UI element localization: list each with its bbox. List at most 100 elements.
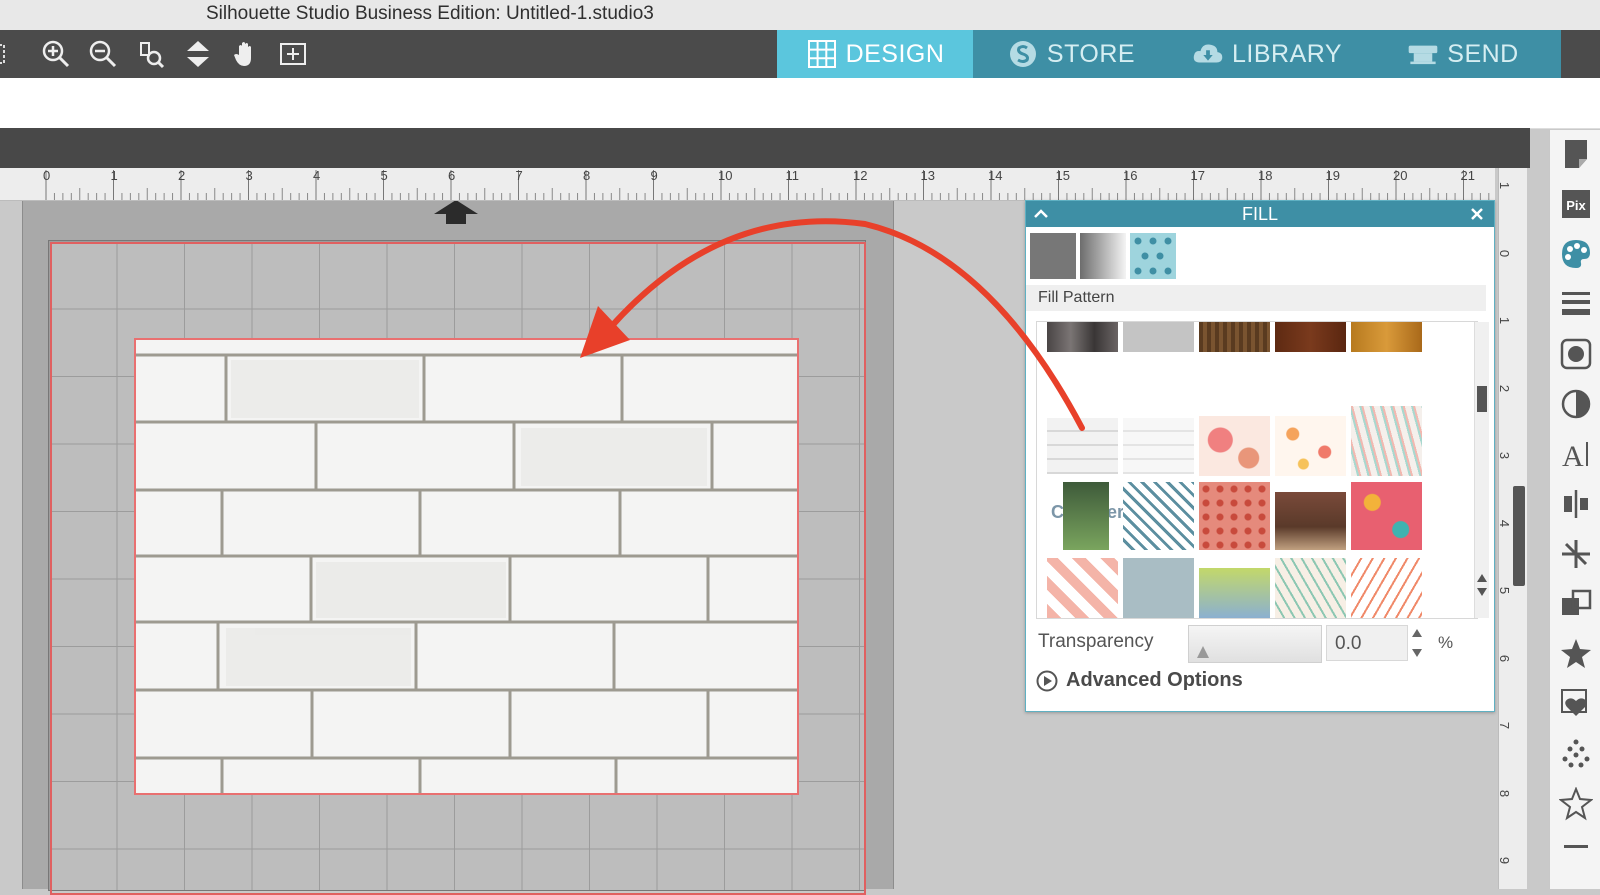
tab-design-label: DESIGN — [845, 39, 945, 68]
transparency-input[interactable]: 0.0 — [1326, 625, 1408, 661]
svg-text:Pix: Pix — [1566, 198, 1586, 213]
ruler-label: 15 — [1056, 168, 1070, 183]
pattern-raindrops[interactable] — [1199, 482, 1270, 550]
ruler-label: 20 — [1393, 168, 1407, 183]
page-setup-icon[interactable] — [1558, 136, 1594, 172]
silhouette-s-icon — [1009, 41, 1036, 67]
title-bar: Silhouette Studio Business Edition: Unti… — [0, 0, 1600, 31]
cloud-download-icon — [1193, 44, 1223, 63]
ruler-scroll-thumb[interactable] — [1513, 486, 1525, 586]
ruler-label: 7 — [1497, 721, 1513, 730]
fill-palette-icon[interactable] — [1558, 236, 1594, 272]
tab-design[interactable]: DESIGN — [777, 30, 973, 78]
fill-panel-header: FILL — [1026, 201, 1494, 227]
pattern-concrete[interactable] — [1123, 322, 1194, 352]
zoom-out-icon[interactable] — [86, 38, 120, 70]
trace-icon[interactable] — [1558, 336, 1594, 372]
pattern-diamonds[interactable] — [1047, 558, 1118, 618]
ruler-label: 1 — [1497, 316, 1513, 325]
pattern-floral-coral[interactable] — [1199, 416, 1270, 476]
advanced-options-toggle[interactable]: Advanced Options — [1036, 669, 1243, 692]
rhinestone-star-icon[interactable] — [1558, 786, 1594, 822]
window-title: Silhouette Studio Business Edition: Unti… — [206, 3, 654, 24]
offset-star-icon[interactable] — [1558, 636, 1594, 672]
zoom-in-icon[interactable] — [39, 38, 73, 70]
horizontal-ruler: 0 1 2 3 4 5 6 7 8 9 10 11 12 13 14 15 16 17 18 19 20 21 — [0, 168, 1495, 201]
ruler-label: 2 — [1497, 384, 1513, 392]
sketch-icon[interactable] — [1558, 736, 1594, 772]
tab-library[interactable]: LIBRARY — [1169, 30, 1365, 78]
ruler-label: 11 — [786, 168, 800, 183]
fill-pattern-swatch[interactable] — [1130, 233, 1176, 279]
transparency-stepper[interactable] — [1410, 625, 1424, 661]
fit-to-page-icon[interactable] — [181, 38, 215, 70]
text-style-icon[interactable]: A — [1558, 436, 1594, 472]
ruler-label: 7 — [516, 168, 523, 183]
pattern-feathers-coral[interactable] — [1351, 558, 1422, 618]
transparency-label: Transparency — [1038, 631, 1154, 652]
main-toolbar: DESIGN STORE LIBRARY SEND — [0, 30, 1600, 78]
pattern-fish[interactable] — [1123, 482, 1194, 550]
ruler-label: 3 — [246, 168, 253, 183]
pattern-walnut[interactable] — [1275, 322, 1346, 352]
pixscan-icon[interactable]: Pix — [1558, 186, 1594, 222]
tab-store-label: STORE — [1046, 39, 1136, 68]
add-page-icon[interactable] — [276, 38, 310, 70]
align-icon[interactable] — [1558, 486, 1594, 522]
transparency-slider[interactable] — [1188, 625, 1322, 663]
expand-icon — [1036, 670, 1058, 691]
line-style-icon[interactable] — [1558, 286, 1594, 322]
tab-store[interactable]: STORE — [973, 30, 1169, 78]
toolbar-edge-icon — [0, 38, 10, 70]
pattern-anchors[interactable] — [1123, 558, 1194, 618]
fill-panel-title: FILL — [1241, 204, 1279, 224]
pattern-library-list[interactable]: Commercial use — [1036, 321, 1478, 619]
ruler-label: 18 — [1258, 168, 1272, 183]
modify-icon[interactable] — [1558, 586, 1594, 622]
pattern-photo-umbrella[interactable] — [1199, 568, 1270, 618]
pan-hand-icon[interactable] — [229, 38, 263, 70]
advanced-options-label: Advanced Options — [1066, 669, 1243, 691]
vertical-ruler: 1 0 1 2 3 4 5 6 7 8 9 — [1497, 168, 1527, 889]
contrast-icon[interactable] — [1558, 386, 1594, 422]
close-icon[interactable] — [1468, 205, 1486, 223]
ruler-label: 9 — [1497, 856, 1513, 865]
ruler-label: 21 — [1461, 168, 1475, 183]
fill-pattern-section: Fill Pattern — [1026, 285, 1486, 311]
pattern-leaves[interactable] — [1275, 558, 1346, 618]
tab-send[interactable]: SEND — [1365, 30, 1561, 78]
ruler-label: 0 — [43, 168, 50, 183]
ruler-label: 12 — [853, 168, 867, 183]
pattern-scrollbar[interactable] — [1474, 322, 1489, 618]
ruler-label: 4 — [313, 168, 320, 183]
ruler-label: 5 — [381, 168, 388, 183]
ruler-label: 10 — [718, 168, 732, 183]
pattern-oak[interactable] — [1351, 322, 1422, 352]
more-icon[interactable] — [1558, 836, 1594, 872]
pattern-paisley[interactable] — [1351, 482, 1422, 550]
ruler-label: 13 — [921, 168, 935, 183]
pattern-wood-planks[interactable] — [1199, 322, 1270, 352]
tab-library-label: LIBRARY — [1231, 39, 1343, 68]
pattern-floral-orange[interactable] — [1275, 416, 1346, 476]
pattern-photo-boots[interactable] — [1275, 492, 1346, 550]
pattern-scroll-thumb[interactable] — [1477, 386, 1487, 412]
ruler-label: 1 — [1497, 181, 1513, 190]
ruler-label: 8 — [583, 168, 590, 183]
pattern-photo-girl[interactable] — [1063, 482, 1109, 550]
transform-heart-icon[interactable] — [1558, 686, 1594, 722]
ruler-ticks: 0 1 2 3 4 5 6 7 8 9 10 11 12 13 14 15 16 17 18 19 20 21 — [43, 168, 1490, 200]
replicate-icon[interactable] — [1558, 536, 1594, 572]
options-bar — [0, 78, 1600, 129]
ruler-label: 1 — [111, 168, 118, 183]
transparency-unit: % — [1438, 633, 1454, 652]
scroll-arrows-icon[interactable] — [1476, 572, 1488, 598]
annotation-arrow — [560, 214, 1090, 434]
tab-send-label: SEND — [1447, 39, 1519, 68]
ruler-label: 8 — [1497, 789, 1513, 797]
zoom-select-icon[interactable] — [133, 38, 167, 70]
ruler-label: 6 — [448, 168, 455, 183]
ruler-label: 3 — [1497, 451, 1513, 460]
pattern-feathers[interactable] — [1351, 406, 1422, 476]
pattern-white-brick-light[interactable] — [1123, 418, 1194, 474]
